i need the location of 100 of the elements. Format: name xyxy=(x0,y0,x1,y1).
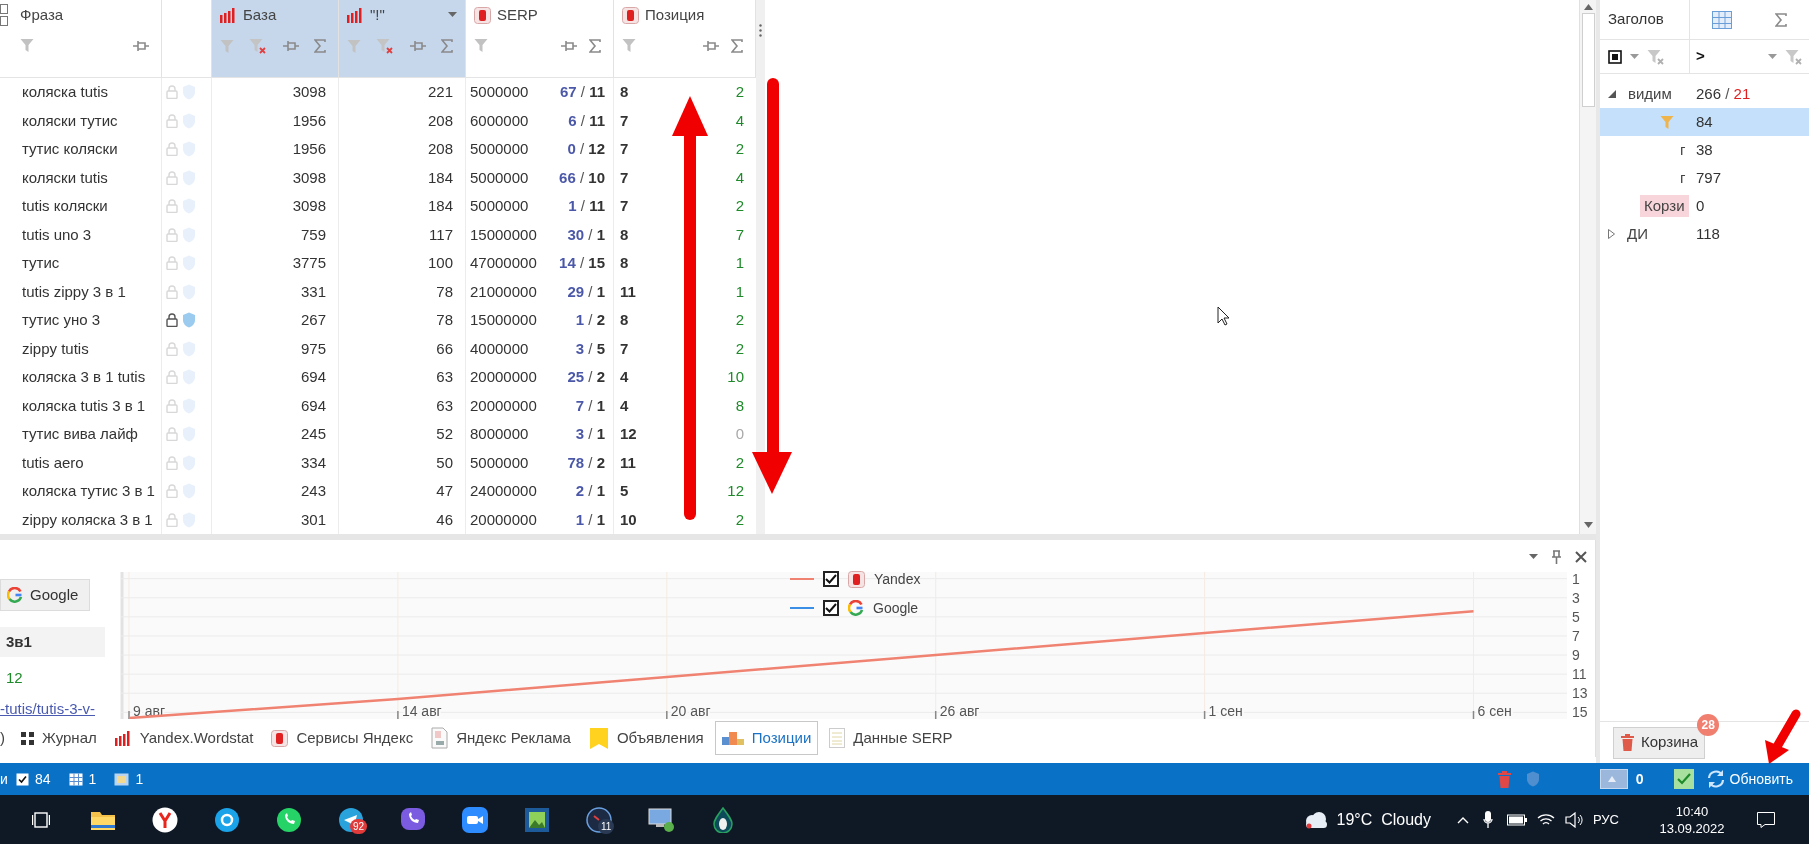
video-camera-icon[interactable] xyxy=(462,806,488,833)
clear-filter-icon[interactable] xyxy=(1647,48,1665,65)
checkbox-icon xyxy=(16,772,29,786)
table-cell-text: 20000000 xyxy=(470,367,537,387)
scroll-up-icon[interactable] xyxy=(1583,4,1593,10)
table-cell-text: 759 xyxy=(300,224,326,245)
tree-label[interactable]: видим xyxy=(1628,82,1672,106)
speaker-icon[interactable] xyxy=(1564,811,1583,828)
pin-icon[interactable] xyxy=(703,39,719,52)
weather-text[interactable]: 19°C Cloudy xyxy=(1336,807,1431,832)
trash-icon xyxy=(1620,734,1635,751)
checkbox[interactable] xyxy=(823,571,839,587)
shield-icon[interactable] xyxy=(1525,771,1540,787)
trash-icon[interactable] xyxy=(1496,770,1512,788)
text-fragment: ) xyxy=(0,727,6,748)
task-view-icon[interactable] xyxy=(32,811,50,828)
caret-icon[interactable] xyxy=(1630,53,1639,60)
image-icon[interactable] xyxy=(1599,769,1628,789)
tab[interactable]: Позиции xyxy=(714,721,819,755)
phone-bubble-icon[interactable] xyxy=(276,806,302,833)
caret-icon[interactable] xyxy=(1768,53,1777,60)
clock-date[interactable]: 13.09.2022 xyxy=(1659,819,1725,837)
wifi-icon[interactable] xyxy=(1536,812,1555,827)
refresh-button[interactable]: Обновить xyxy=(1705,768,1809,790)
collapsed-triangle-icon[interactable] xyxy=(1608,229,1615,239)
logo-icon xyxy=(474,6,491,24)
table-cell-text: 1 / 2 xyxy=(575,310,605,330)
tree-label[interactable]: ДИ xyxy=(1627,222,1648,246)
filter-icon[interactable] xyxy=(20,38,34,53)
scrollbar[interactable] xyxy=(1579,0,1596,534)
browser-icon[interactable] xyxy=(152,806,178,833)
square-icon[interactable] xyxy=(1608,49,1622,64)
tab[interactable]: Яндекс Реклама xyxy=(424,721,578,755)
more-icon[interactable] xyxy=(759,24,762,37)
axis-tick-label: 20 авг xyxy=(670,703,711,719)
table-cell-text: 0 xyxy=(735,424,744,444)
pin-icon[interactable] xyxy=(133,39,149,52)
tab[interactable]: Yandex.Wordstat xyxy=(107,721,261,755)
sum-icon[interactable] xyxy=(441,39,453,53)
phone-bubble-icon[interactable] xyxy=(400,806,426,833)
clear-filter-icon[interactable] xyxy=(1785,48,1803,65)
filter-icon[interactable] xyxy=(622,38,636,53)
table-cell-text: 78 xyxy=(436,310,453,330)
tab[interactable]: Данные SERP xyxy=(822,721,960,755)
table-cell-text: 7 / 1 xyxy=(575,395,605,416)
pin-icon[interactable] xyxy=(1551,550,1562,564)
table-icon[interactable] xyxy=(1711,10,1732,29)
picture-frame-icon[interactable] xyxy=(525,807,549,832)
table-cell-text: 243 xyxy=(300,481,326,501)
tree-label[interactable]: Корзи xyxy=(1640,194,1689,218)
table-cell-text: 8 xyxy=(620,253,629,273)
checkbox[interactable] xyxy=(823,600,839,616)
notification-icon[interactable] xyxy=(1757,811,1775,828)
sum-icon[interactable] xyxy=(314,39,326,53)
table-cell-text: 1 / 1 xyxy=(575,509,605,530)
column-header[interactable]: "!" xyxy=(339,0,466,77)
pin-icon[interactable] xyxy=(282,40,299,52)
clock-time[interactable]: 10:40 xyxy=(1675,802,1709,820)
microphone-icon[interactable] xyxy=(1482,810,1493,829)
google-button[interactable]: Google xyxy=(0,579,90,611)
table-cell-text: 46 xyxy=(436,509,453,530)
clear-filter-icon[interactable] xyxy=(376,38,395,54)
axis-tick-label: 1 сен xyxy=(1208,703,1243,719)
tree-label[interactable]: г xyxy=(1680,138,1686,162)
pin-icon[interactable] xyxy=(561,39,577,52)
list-icon xyxy=(829,728,846,748)
table-cell-text: коляска 3 в 1 tutis xyxy=(22,367,146,387)
table-cell-text: 4000000 xyxy=(470,338,529,359)
caret-icon[interactable] xyxy=(1529,554,1538,560)
caret-icon[interactable] xyxy=(448,12,457,18)
battery-icon[interactable] xyxy=(1506,813,1527,826)
close-icon[interactable] xyxy=(1575,551,1587,563)
table-cell-text: 11 xyxy=(620,281,636,302)
monitor-icon[interactable] xyxy=(647,806,675,833)
scroll-down-icon[interactable] xyxy=(1583,522,1593,528)
tree-label[interactable]: г xyxy=(1680,166,1686,190)
table-cell-text: коляска тутис 3 в 1 xyxy=(22,481,155,501)
tab[interactable]: Объявления xyxy=(581,721,711,755)
table-cell-text: 2 xyxy=(735,139,744,159)
check-square-icon[interactable] xyxy=(1673,769,1694,789)
column-header[interactable]: База xyxy=(212,0,339,77)
logo-icon xyxy=(622,6,639,24)
drop-icon[interactable] xyxy=(713,806,733,833)
table-cell-text: 3 / 1 xyxy=(575,424,605,444)
pin-icon[interactable] xyxy=(409,40,426,52)
expanded-triangle-icon[interactable] xyxy=(1608,90,1616,98)
scrollbar-thumb[interactable] xyxy=(1581,13,1595,107)
sum-icon[interactable] xyxy=(589,38,601,53)
table-cell-text: 221 xyxy=(427,82,453,102)
splitter-bar[interactable] xyxy=(756,0,765,534)
lock-icon[interactable] xyxy=(166,313,178,328)
sum-icon[interactable] xyxy=(1775,12,1788,27)
filter-icon[interactable] xyxy=(474,38,488,53)
tab[interactable]: Журнал xyxy=(14,721,104,755)
sum-icon[interactable] xyxy=(731,38,743,53)
url-link[interactable]: -tutis/tutis-3-v- xyxy=(0,698,105,718)
clear-filter-icon[interactable] xyxy=(249,38,268,54)
chevron-up-icon[interactable] xyxy=(1456,815,1469,824)
language-indicator[interactable]: РУС xyxy=(1592,809,1619,830)
tab[interactable]: Сервисы Яндекс xyxy=(264,721,421,755)
